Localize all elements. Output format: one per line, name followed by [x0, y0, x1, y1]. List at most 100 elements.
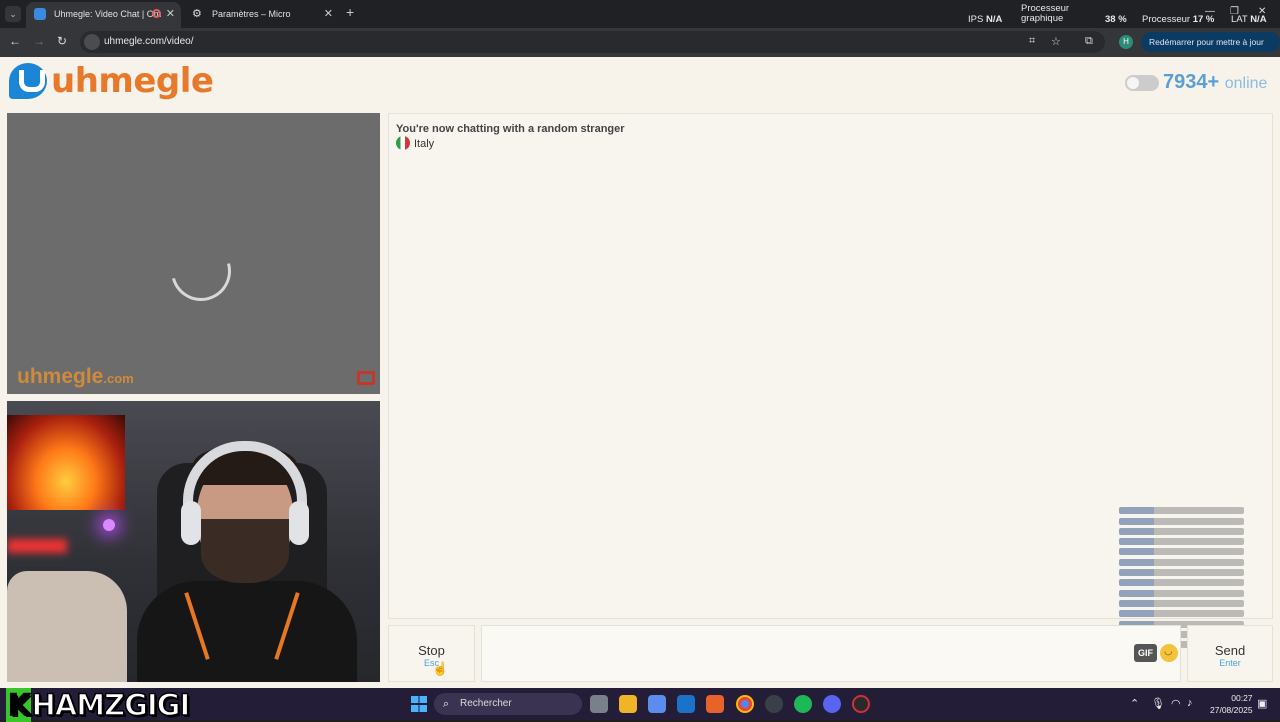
send-key-hint: Enter — [1219, 658, 1241, 668]
mouse-pointer-icon: ☝ — [432, 661, 449, 676]
online-label: online — [1224, 75, 1268, 92]
send-button[interactable]: Send Enter — [1187, 625, 1273, 682]
windows-taskbar: KHAMZGIGI ⌕ Rechercher ⌃ 🎙 ◠ ♪ 00:27 27/… — [0, 687, 1280, 722]
chat-message-input[interactable] — [481, 625, 1181, 682]
browser-tab-bar: ⌄ Uhmegle: Video Chat | Om ✕ ⚙ Paramètre… — [0, 0, 1280, 28]
chrome-icon[interactable] — [736, 695, 754, 713]
wifi-icon[interactable]: ◠ — [1171, 697, 1181, 710]
overlay-chat-line — [1119, 610, 1244, 618]
task-view-icon[interactable] — [590, 695, 608, 713]
self-video — [7, 401, 380, 682]
outlook-icon[interactable] — [677, 695, 695, 713]
fireplace-screen — [7, 415, 125, 510]
red-light — [7, 539, 67, 553]
browser-toolbar: ← → ↻ uhmegle.com/video/ ⌗ ☆ ⧉ H Redémar… — [0, 28, 1280, 67]
overlay-chat-line — [1119, 517, 1244, 525]
gif-button[interactable]: GIF — [1134, 644, 1157, 662]
sofa — [7, 571, 127, 682]
new-tab-button[interactable]: + — [346, 4, 354, 20]
close-window-icon[interactable]: ✕ — [1258, 6, 1266, 17]
streamer-name-overlay: KHAMZGIGI — [6, 687, 191, 722]
minimize-icon[interactable]: — — [1205, 6, 1215, 17]
address-bar[interactable]: uhmegle.com/video/ ⌗ ☆ — [80, 31, 1105, 53]
bookmark-star-icon[interactable]: ☆ — [1051, 35, 1061, 48]
app-icon-2[interactable] — [852, 695, 870, 713]
online-counter: 7934+ online — [1163, 71, 1267, 94]
site-info-icon[interactable] — [84, 34, 100, 50]
discord-icon[interactable] — [823, 695, 841, 713]
dark-mode-toggle[interactable] — [1125, 75, 1159, 91]
tab-uhmegle[interactable]: Uhmegle: Video Chat | Om ✕ — [26, 2, 181, 28]
overlay-chat-line — [1119, 569, 1244, 577]
store-icon[interactable] — [648, 695, 666, 713]
uhmegle-logo-text[interactable]: uhmegle — [51, 61, 214, 101]
video-watermark: uhmegle.com — [17, 365, 134, 389]
overlay-name-initial: K — [6, 687, 32, 722]
overlay-chat-line — [1119, 579, 1244, 587]
notification-bell-icon[interactable]: ▣ — [1257, 697, 1267, 710]
chat-log[interactable]: You're now chatting with a random strang… — [388, 113, 1273, 649]
uhmegle-logo-icon[interactable] — [9, 63, 47, 99]
tray-chevron-up-icon[interactable]: ⌃ — [1130, 697, 1139, 710]
url-text: uhmegle.com/video/ — [104, 36, 194, 47]
italy-flag-icon — [396, 136, 410, 150]
translate-icon[interactable]: ⌗ — [1029, 35, 1035, 48]
spotify-icon[interactable] — [794, 695, 812, 713]
back-arrow-icon[interactable]: ← — [9, 34, 21, 48]
close-tab-icon[interactable]: ✕ — [324, 2, 333, 26]
microphone-icon[interactable]: 🎙 — [1151, 697, 1165, 710]
taskbar-search-placeholder: Rechercher — [460, 698, 512, 709]
reload-icon[interactable]: ↻ — [57, 34, 67, 48]
watermark-main: uhmegle — [17, 365, 104, 388]
person-shirt — [137, 581, 357, 682]
tab-label: Paramètres – Micro — [212, 9, 291, 19]
restart-update-label: Redémarrer pour mettre à jour — [1149, 37, 1264, 47]
close-tab-icon[interactable]: ✕ — [166, 2, 175, 26]
volume-icon[interactable]: ♪ — [1187, 697, 1193, 709]
hud-cpu-label: Processeur — [1142, 14, 1191, 25]
tab-search-chevron-icon[interactable]: ⌄ — [5, 6, 21, 22]
tab-settings-micro[interactable]: ⚙ Paramètres – Micro ✕ — [184, 2, 339, 28]
report-flag-icon[interactable] — [357, 371, 375, 385]
forward-arrow-icon[interactable]: → — [33, 34, 45, 48]
country-name: Italy — [414, 138, 435, 150]
overlay-chat-line — [1119, 538, 1244, 546]
gear-icon: ⚙ — [192, 8, 202, 20]
hud-gpu-label-2: graphique — [1021, 13, 1064, 24]
restart-update-button[interactable]: Redémarrer pour mettre à jour ⋮ — [1141, 32, 1280, 67]
online-count: 7934+ — [1163, 71, 1220, 93]
stop-button[interactable]: Stop Esc ☝ — [388, 625, 475, 682]
obs-icon[interactable] — [765, 695, 783, 713]
app-icon[interactable] — [706, 695, 724, 713]
profile-avatar[interactable]: H — [1119, 35, 1133, 49]
uhmegle-page: uhmegle 7934+ online uhmegle.com You're … — [0, 57, 1280, 688]
restore-icon[interactable]: ❐ — [1230, 6, 1239, 17]
overlay-chat-line — [1119, 589, 1244, 597]
overlay-chat-line — [1119, 527, 1244, 535]
chat-status-message: You're now chatting with a random strang… — [396, 123, 625, 135]
purple-lamp — [103, 519, 115, 531]
headphone-ear-left — [181, 501, 201, 545]
hud-ips-value: N/A — [985, 14, 1003, 25]
taskbar-search[interactable]: ⌕ Rechercher — [434, 693, 582, 715]
hud-gpu-value: 38 % — [1105, 14, 1127, 25]
uhmegle-favicon-icon — [34, 8, 46, 20]
recording-indicator-icon — [152, 9, 161, 18]
overlay-chat-line — [1119, 558, 1244, 566]
send-label: Send — [1214, 643, 1246, 658]
stop-label: Stop — [418, 643, 445, 658]
headphone-ear-right — [289, 501, 309, 545]
extensions-icon[interactable]: ⧉ — [1085, 35, 1093, 48]
hud-ips-label: IPS — [968, 14, 984, 25]
emoji-icon[interactable] — [1160, 644, 1178, 662]
search-icon: ⌕ — [443, 698, 450, 710]
clock-date: 27/08/2025 — [1210, 705, 1253, 715]
taskbar-clock[interactable]: 00:27 27/08/2025 — [1210, 692, 1253, 716]
loading-spinner-icon — [160, 230, 242, 312]
file-explorer-icon[interactable] — [619, 695, 637, 713]
stranger-country: Italy — [396, 136, 434, 150]
stranger-video: uhmegle.com — [7, 113, 380, 394]
overlay-chat-line — [1119, 599, 1244, 607]
tab-label: Uhmegle: Video Chat | Om — [54, 9, 162, 19]
windows-start-icon[interactable] — [411, 696, 427, 712]
